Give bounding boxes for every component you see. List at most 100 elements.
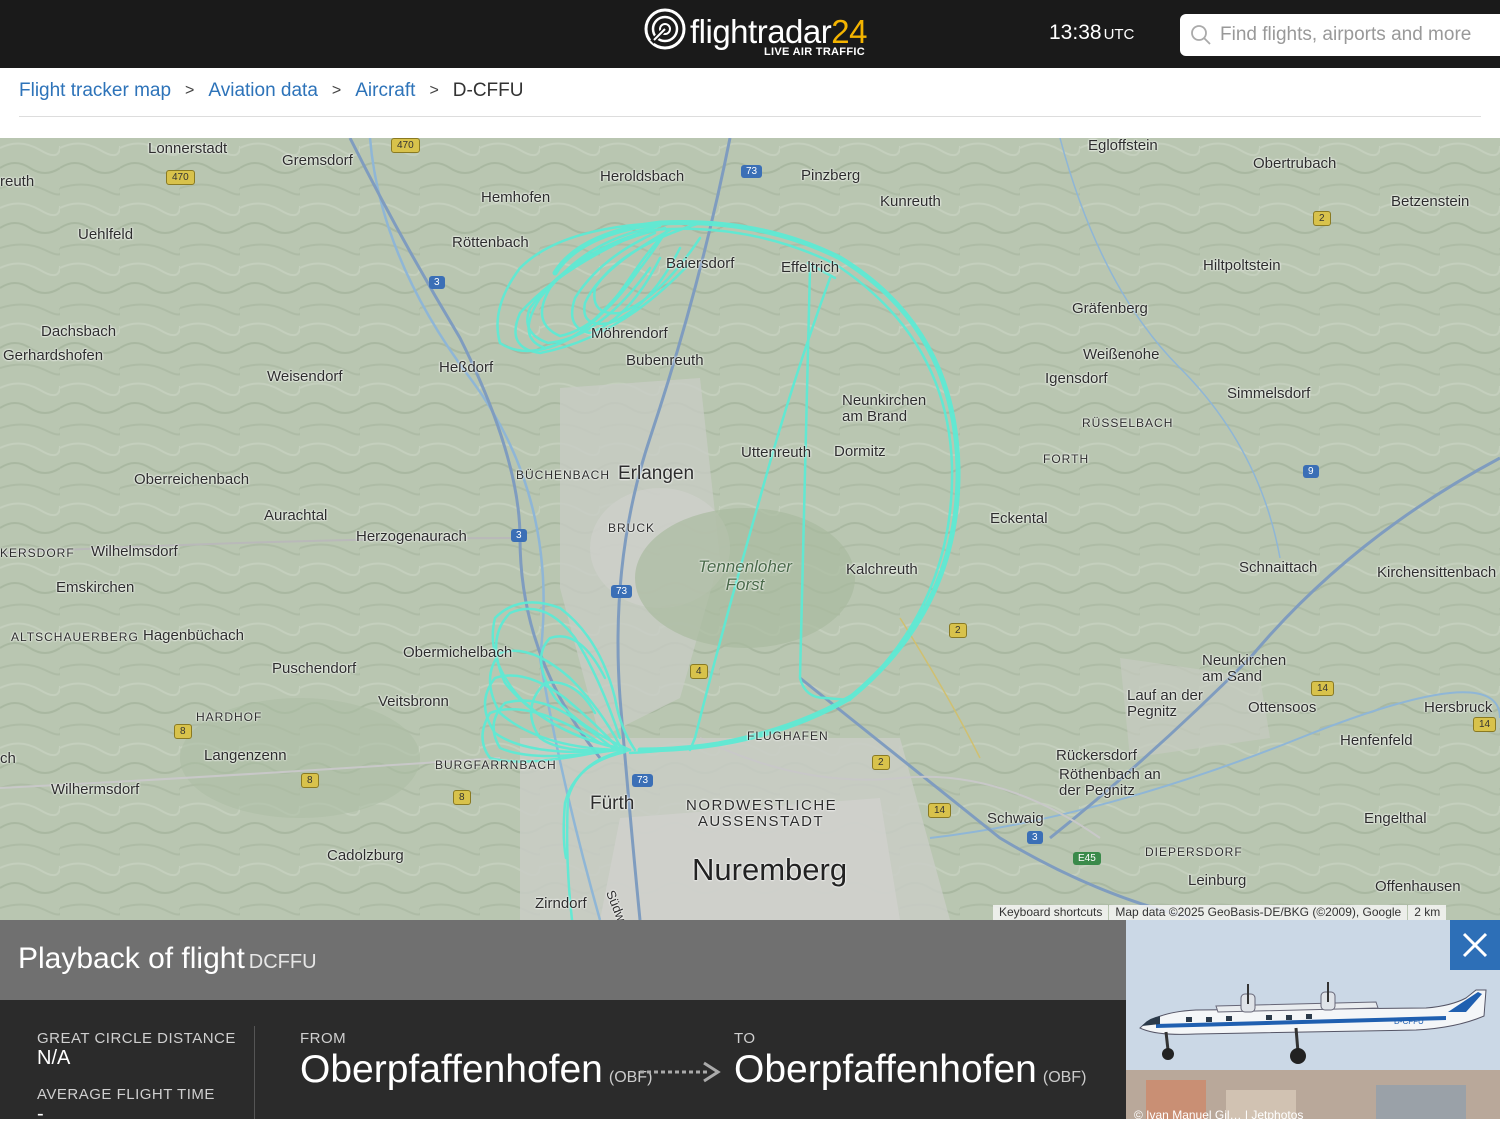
map-place-label: Nuremberg bbox=[692, 852, 848, 887]
road-shield: 14 bbox=[1473, 717, 1497, 732]
road-shield: 3 bbox=[1027, 831, 1043, 844]
map-district-label: NORDWESTLICHE AUSSENSTADT bbox=[686, 797, 838, 830]
map-place-label: Leinburg bbox=[1188, 872, 1247, 889]
route-arrow-icon bbox=[640, 1061, 721, 1083]
map-place-label: Möhrendorf bbox=[591, 325, 668, 342]
map-attribution: Keyboard shortcuts Map data ©2025 GeoBas… bbox=[992, 905, 1447, 920]
utc-clock: 13:38 UTC bbox=[1049, 21, 1135, 44]
breadcrumb-current: D-CFFU bbox=[452, 80, 524, 101]
top-navigation-bar: flightradar24 LIVE AIR TRAFFIC 13:38 UTC bbox=[0, 0, 1500, 68]
map-place-label: Fürth bbox=[590, 793, 635, 814]
breadcrumb-flight-tracker-map[interactable]: Flight tracker map bbox=[19, 80, 171, 102]
road-shield: 2 bbox=[1313, 211, 1331, 226]
road-shield: 470 bbox=[391, 138, 420, 153]
map-place-label: Igensdorf bbox=[1045, 370, 1108, 387]
map-place-label: Uehlfeld bbox=[78, 226, 134, 243]
destination-airport[interactable]: Oberpfaffenhofen (OBF) bbox=[734, 1048, 1086, 1092]
breadcrumb-aircraft[interactable]: Aircraft bbox=[355, 80, 415, 102]
road-shield: E45 bbox=[1073, 852, 1101, 865]
map-district-label: BÜCHENBACH bbox=[516, 468, 611, 482]
road-shield: 14 bbox=[1311, 681, 1335, 696]
panel-divider bbox=[254, 1026, 255, 1119]
map-place-label: Obermichelbach bbox=[403, 644, 513, 661]
map-place-label: Wilhelmsdorf bbox=[91, 543, 178, 560]
map-place-label: Kalchreuth bbox=[846, 561, 918, 578]
search-input[interactable] bbox=[1220, 24, 1500, 46]
close-icon bbox=[1462, 932, 1488, 958]
road-shield: 73 bbox=[741, 165, 763, 178]
flight-map[interactable]: Lonnerstadt Gremsdorf Heroldsbach Pinzbe… bbox=[0, 138, 1500, 920]
map-district-label: DIEPERSDORF bbox=[1145, 845, 1243, 859]
map-place-label: Effeltrich bbox=[781, 259, 840, 276]
breadcrumb-separator: > bbox=[331, 82, 342, 99]
road-shield: 73 bbox=[611, 585, 633, 598]
map-place-label: Hagenbüchach bbox=[143, 627, 244, 644]
to-label: TO bbox=[734, 1030, 756, 1047]
map-place-label: Gerhardshofen bbox=[3, 347, 104, 364]
map-place-label: Engelthal bbox=[1364, 810, 1427, 827]
map-place-label: Egloffstein bbox=[1088, 138, 1158, 154]
destination-code: (OBF) bbox=[1042, 1069, 1087, 1086]
map-place-label: reuth bbox=[0, 173, 35, 190]
breadcrumb-aviation-data[interactable]: Aviation data bbox=[208, 80, 318, 102]
playback-panel: Playback of flight DCFFU GREAT CIRCLE DIS… bbox=[0, 920, 1126, 1125]
flight-id: DCFFU bbox=[248, 951, 317, 973]
breadcrumb-separator: > bbox=[429, 82, 439, 99]
road-shield: 8 bbox=[174, 724, 192, 739]
map-place-label: Gremsdorf bbox=[282, 152, 353, 169]
road-shield: 14 bbox=[928, 803, 952, 818]
map-place-label: Röthenbach an der Pegnitz bbox=[1059, 766, 1161, 799]
breadcrumb-separator: > bbox=[185, 82, 195, 99]
breadcrumb-divider bbox=[19, 116, 1481, 117]
search-icon bbox=[1191, 25, 1211, 45]
map-scale: 2 km bbox=[1408, 905, 1447, 920]
map-place-label: Dachsbach bbox=[41, 323, 117, 340]
map-data-credit[interactable]: Map data ©2025 GeoBasis-DE/BKG (©2009), … bbox=[1109, 905, 1408, 920]
map-place-label: Oberreichenbach bbox=[134, 471, 250, 488]
map-place-label: Dormitz bbox=[834, 443, 886, 460]
map-place-label: Hersbruck bbox=[1424, 699, 1493, 716]
map-place-label: Schwaig bbox=[987, 810, 1044, 827]
search-box[interactable] bbox=[1180, 14, 1500, 56]
great-circle-distance-label: GREAT CIRCLE DISTANCE bbox=[37, 1030, 236, 1047]
map-place-label: Weißenohe bbox=[1083, 346, 1160, 363]
aircraft-image: D-CFFU bbox=[1126, 920, 1500, 1119]
photo-credit[interactable]: © Ivan Manuel Gil… | Jetphotos bbox=[1134, 1108, 1303, 1122]
map-district-label: HARDHOF bbox=[196, 710, 263, 724]
map-place-label: Pinzberg bbox=[801, 167, 861, 184]
map-place-label: Bubenreuth bbox=[626, 352, 704, 369]
flightradar24-logo[interactable]: flightradar24 LIVE AIR TRAFFIC bbox=[644, 8, 867, 60]
map-place-label: Kirchensittenbach bbox=[1377, 564, 1497, 581]
map-place-label: Erlangen bbox=[618, 463, 695, 484]
map-place-label: Langenzenn bbox=[204, 747, 287, 764]
aircraft-photo[interactable]: D-CFFU bbox=[1126, 920, 1500, 1119]
road-shield: 470 bbox=[166, 170, 195, 185]
map-district-label: ALTSCHAUERBERG bbox=[11, 630, 139, 644]
map-district-label: FORTH bbox=[1043, 452, 1090, 466]
map-place-label: Lauf an der Pegnitz bbox=[1127, 687, 1203, 720]
great-circle-distance-value: N/A bbox=[37, 1047, 71, 1069]
map-place-label: Hiltpoltstein bbox=[1203, 257, 1281, 274]
photo-registration: D-CFFU bbox=[1394, 1017, 1424, 1026]
map-place-label: Offenhausen bbox=[1375, 878, 1461, 895]
road-shield: 73 bbox=[632, 774, 654, 787]
map-forest-label: Tennenloher Forst bbox=[698, 557, 792, 594]
close-button[interactable] bbox=[1450, 920, 1500, 970]
map-district-label: FLUGHAFEN bbox=[747, 729, 829, 743]
origin-airport[interactable]: Oberpfaffenhofen (OBF) bbox=[300, 1048, 652, 1092]
road-shield: 9 bbox=[1303, 465, 1319, 478]
keyboard-shortcuts-link[interactable]: Keyboard shortcuts bbox=[993, 905, 1109, 920]
breadcrumb: Flight tracker map > Aviation data > Air… bbox=[19, 80, 523, 102]
map-place-label: Heßdorf bbox=[439, 359, 494, 376]
road-shield: 3 bbox=[511, 529, 527, 542]
average-flight-time-label: AVERAGE FLIGHT TIME bbox=[37, 1086, 215, 1103]
map-place-label: Uttenreuth bbox=[741, 444, 812, 461]
map-place-label: Cadolzburg bbox=[327, 847, 404, 864]
map-district-label: BURGFARRNBACH bbox=[435, 758, 557, 772]
road-shield: 8 bbox=[453, 790, 471, 805]
road-shield: 3 bbox=[429, 276, 445, 289]
map-place-label: Veitsbronn bbox=[378, 693, 449, 710]
map-place-label: Neunkirchen am Brand bbox=[842, 392, 927, 425]
map-place-label: Schnaittach bbox=[1239, 559, 1318, 576]
playback-panel-header: Playback of flight DCFFU bbox=[0, 920, 1126, 1000]
